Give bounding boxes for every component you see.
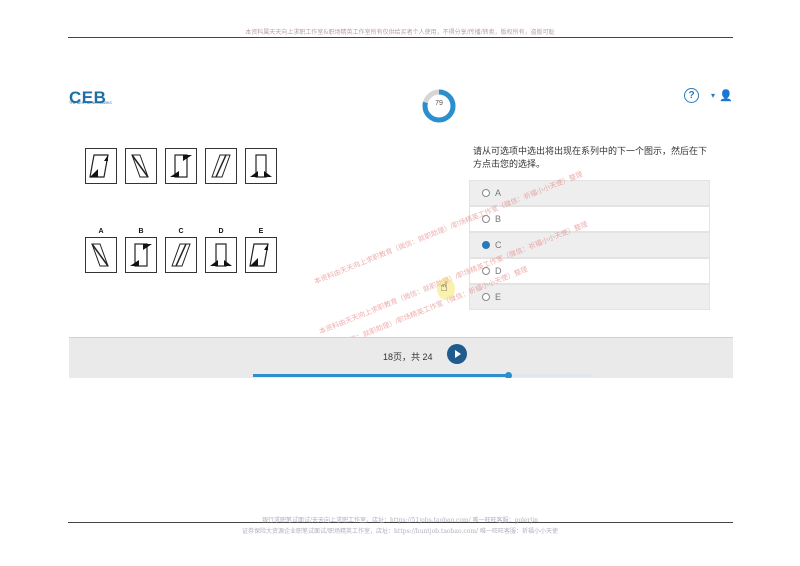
document-footer-line1: 银行求职笔试面试/天天向上求职工作室，店址：https://51jobs.tao… [261,517,539,524]
progress-fill [253,374,508,377]
navigation-footer: 18页，共 24 [69,337,733,378]
answer-letter: D [218,228,224,235]
radio-icon[interactable] [482,293,490,301]
option-label: B [495,214,502,224]
answer-letter: C [178,228,184,235]
answer-figure [165,237,197,273]
header-rule [68,37,733,38]
series-figure [245,148,277,184]
question-text: 请从可选项中选出将出现在系列中的下一个图示，然后在下方点击您的选择。 [473,146,708,169]
radio-selected-icon[interactable] [482,241,490,249]
option-label: C [495,240,502,250]
answer-letter: E [258,228,264,235]
progress-knob [505,372,512,378]
document-footer-line2: 证券保险大资源企业职笔试面试/职场精英工作室，店址：https://huntjo… [242,528,558,535]
series-figure [205,148,237,184]
page-counter: 18页，共 24 [383,352,433,362]
answer-figure [85,237,117,273]
option-label: A [495,188,502,198]
progress-ring: 79 [421,88,457,124]
answer-figure [245,237,277,273]
answer-letter: B [138,228,144,235]
progress-track [253,372,593,378]
logo-tagline: THE BEST BENCHMARKS [69,101,112,105]
test-screenshot: CEB THE BEST BENCHMARKS 79 ? ▾ 👤 ABCDE 请… [69,88,733,378]
option-label: E [495,292,502,302]
hand-cursor-icon [437,278,455,300]
series-figure [165,148,197,184]
radio-icon[interactable] [482,189,490,197]
document-header: 本资料属天天向上求职工作室&职场精英工作室所有仅供给买者个人使用，不得分享/传播… [245,29,555,36]
help-icon[interactable]: ? [684,88,699,103]
chevron-down-icon[interactable]: ▾ [711,91,715,100]
answer-letter: A [98,228,104,235]
next-button[interactable] [447,344,467,364]
option-e[interactable]: E [469,284,710,310]
series-figure [85,148,117,184]
answer-figure [205,237,237,273]
user-icon[interactable]: 👤 [719,89,733,102]
progress-percent: 79 [435,100,443,107]
ceb-logo: CEB [69,88,107,107]
answer-figure [125,237,157,273]
series-figure [125,148,157,184]
